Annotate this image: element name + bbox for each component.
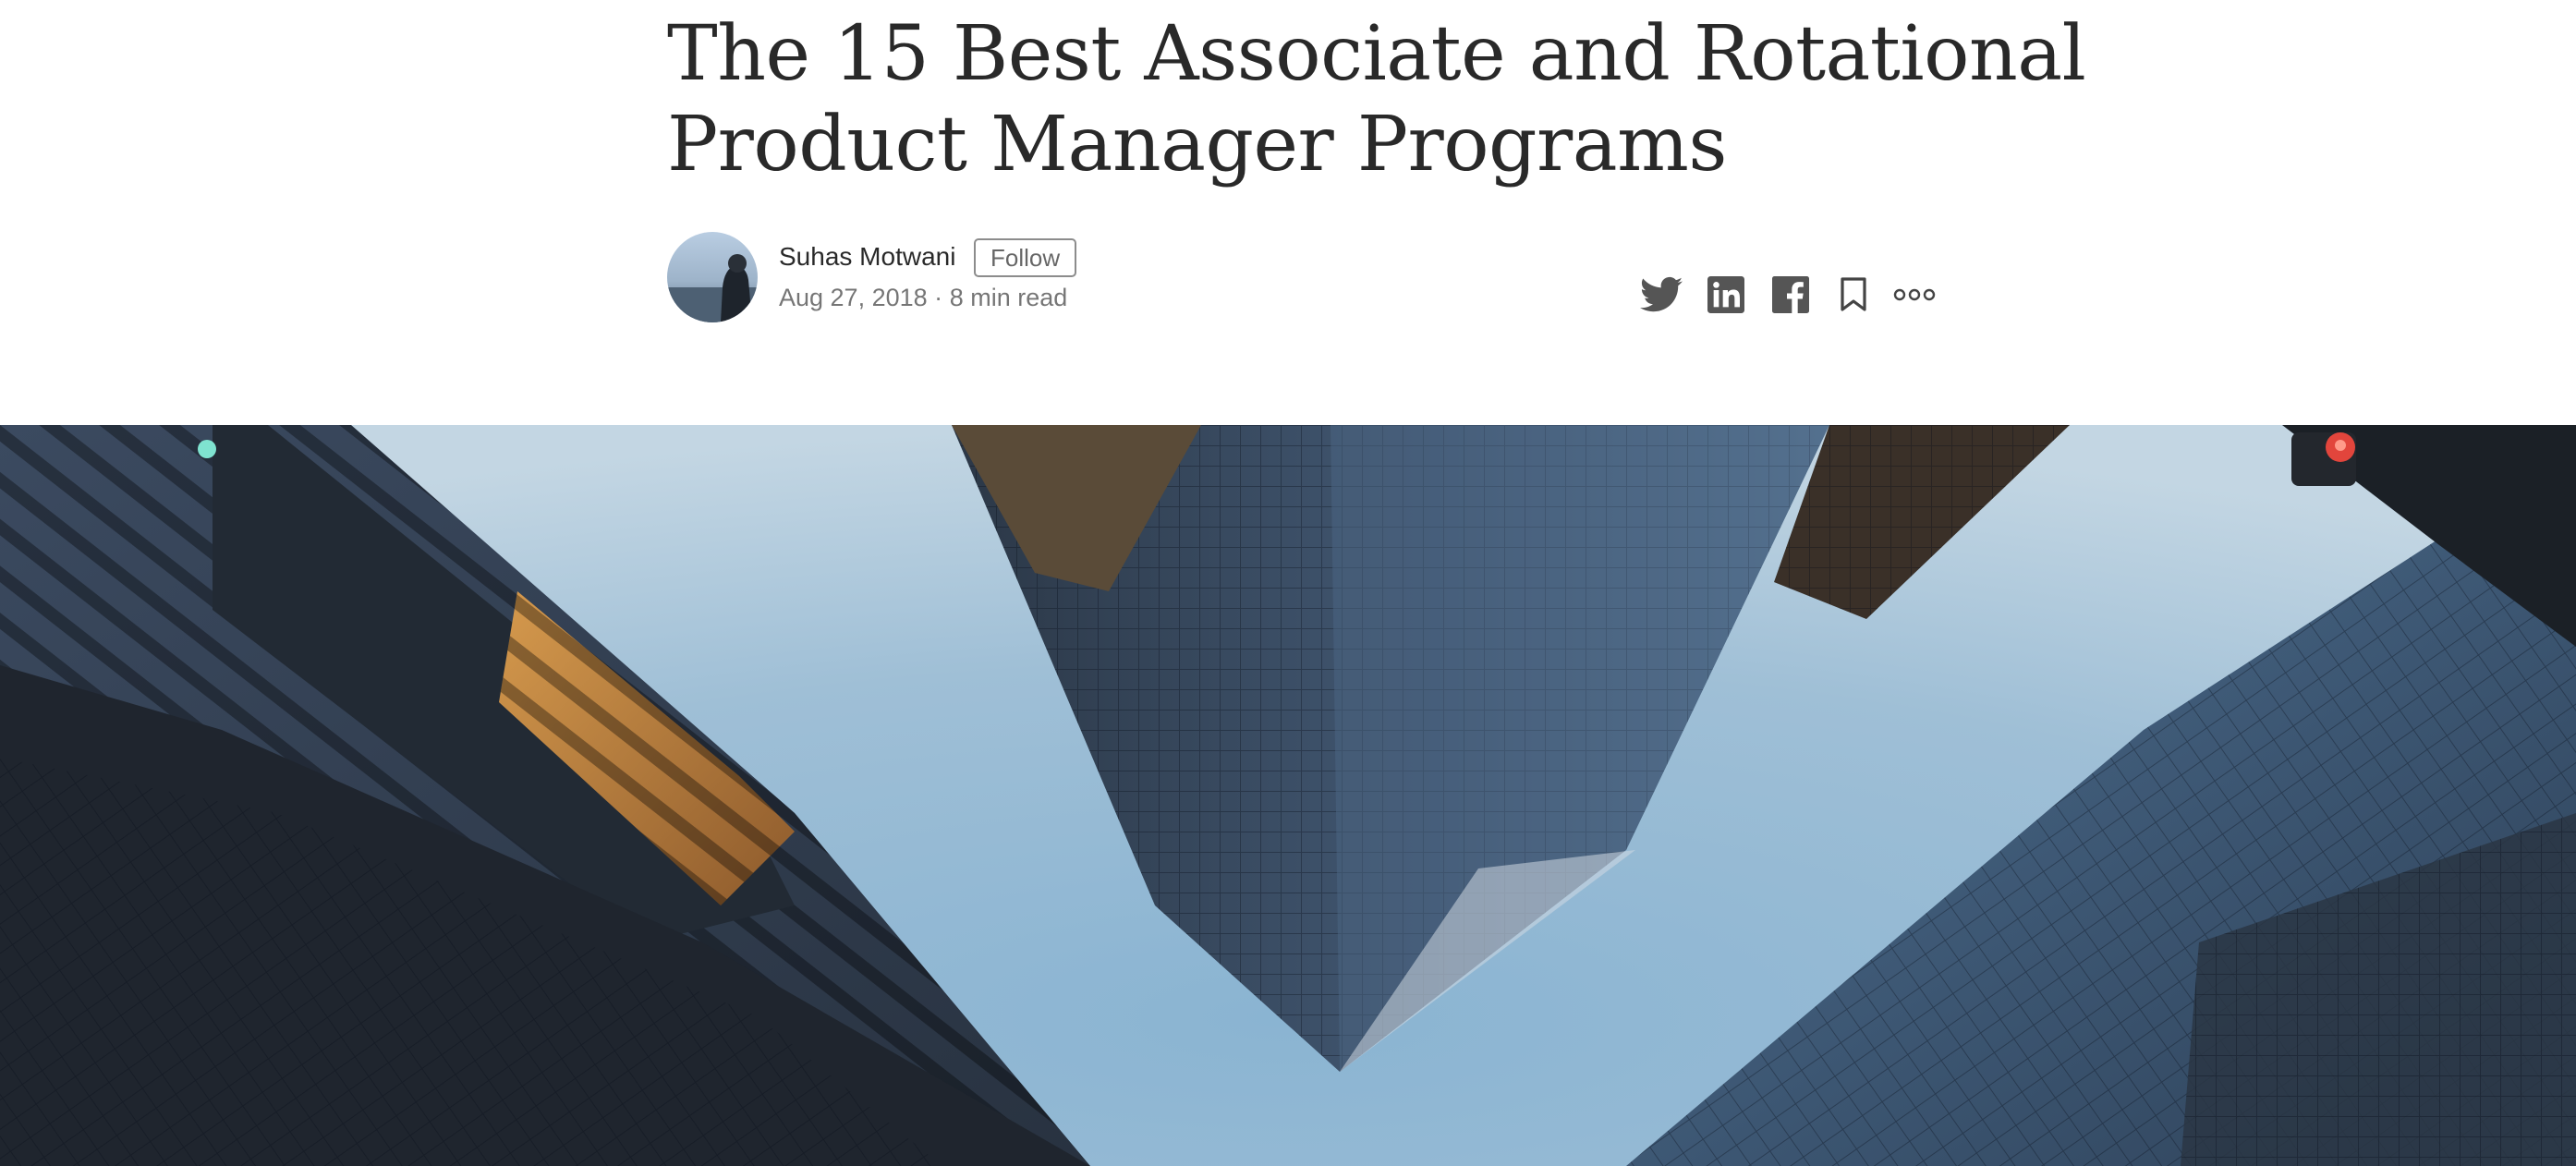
facebook-icon[interactable] <box>1767 271 1815 319</box>
author-name[interactable]: Suhas Motwani <box>779 241 955 273</box>
article-title: The 15 Best Associate and Rotational Pro… <box>667 10 2086 188</box>
twitter-icon[interactable] <box>1637 271 1685 319</box>
follow-button[interactable]: Follow <box>974 238 1077 277</box>
article-meta: Aug 27, 2018 · 8 min read <box>779 282 1067 313</box>
linkedin-icon[interactable] <box>1702 271 1750 319</box>
hero-image <box>0 425 2576 1166</box>
meta-separator: · <box>934 284 943 311</box>
read-time: 8 min read <box>949 284 1068 311</box>
publish-date: Aug 27, 2018 <box>779 284 928 311</box>
more-icon[interactable] <box>1887 271 1942 319</box>
share-bar <box>1637 271 1942 319</box>
article-header: The 15 Best Associate and Rotational Pro… <box>0 0 2576 425</box>
bookmark-icon[interactable] <box>1829 271 1877 319</box>
author-avatar[interactable] <box>667 232 758 322</box>
